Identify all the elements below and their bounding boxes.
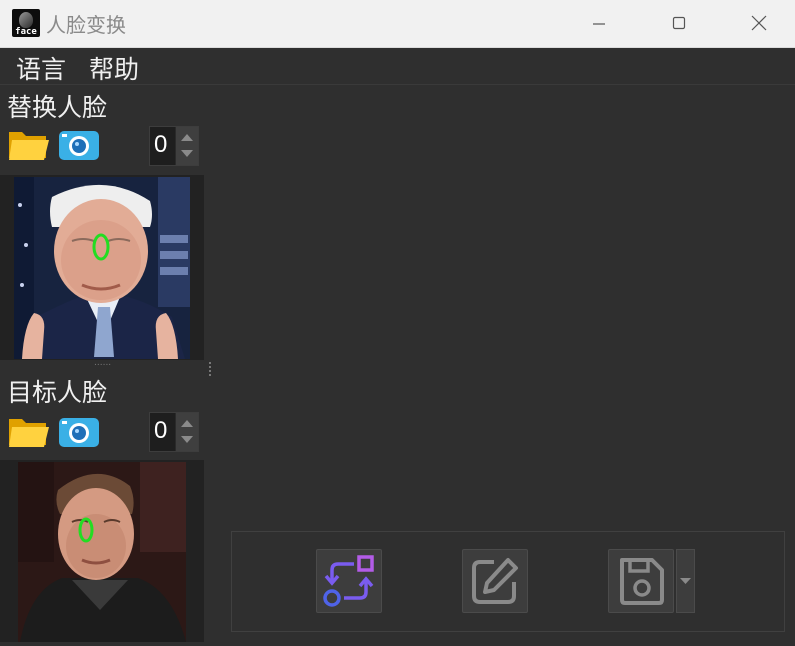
save-button[interactable] [608, 549, 674, 613]
window-title: 人脸变换 [46, 13, 126, 37]
swap-icon [323, 555, 374, 607]
source-face-index-spinbox[interactable]: 0 [149, 126, 199, 166]
spin-up-icon[interactable] [180, 132, 194, 142]
title-bar: face 人脸变换 [0, 0, 795, 48]
target-face-title: 目标人脸 [7, 378, 108, 407]
camera-icon [59, 131, 99, 160]
chevron-down-icon [680, 578, 691, 584]
target-face-index-value: 0 [154, 417, 168, 444]
source-face-title: 替换人脸 [7, 93, 108, 122]
spin-down-icon[interactable] [180, 435, 194, 445]
menu-help[interactable]: 帮助 [89, 50, 139, 86]
close-button[interactable] [736, 0, 782, 46]
vertical-splitter-handle[interactable] [209, 362, 211, 378]
target-face-index-spinbox[interactable]: 0 [149, 412, 199, 452]
spin-down-icon[interactable] [180, 149, 194, 159]
source-face-image [14, 177, 190, 359]
source-open-button[interactable] [8, 128, 49, 162]
minimize-button[interactable] [576, 0, 622, 46]
app-icon: face [12, 9, 40, 37]
minimize-icon [593, 23, 605, 25]
save-options-dropdown[interactable] [676, 549, 695, 613]
target-face-image [18, 462, 186, 642]
menu-bar: 语言 帮助 [0, 48, 795, 85]
target-camera-button[interactable] [58, 415, 99, 449]
menu-language[interactable]: 语言 [16, 50, 66, 86]
edit-button[interactable] [462, 549, 528, 613]
save-icon [620, 558, 664, 605]
edit-icon [472, 558, 518, 604]
source-camera-button[interactable] [58, 128, 99, 162]
maximize-icon [672, 16, 686, 30]
close-icon [751, 15, 767, 31]
camera-icon [59, 418, 99, 447]
source-face-index-value: 0 [154, 131, 168, 158]
target-open-button[interactable] [8, 415, 49, 449]
folder-icon [9, 132, 49, 160]
swap-face-button[interactable] [316, 549, 382, 613]
folder-icon [9, 419, 49, 447]
target-face-preview[interactable] [0, 460, 204, 642]
panel-splitter-handle[interactable]: ...... [94, 358, 111, 368]
maximize-button[interactable] [656, 0, 702, 46]
spin-up-icon[interactable] [180, 418, 194, 428]
source-face-preview[interactable] [0, 175, 204, 360]
